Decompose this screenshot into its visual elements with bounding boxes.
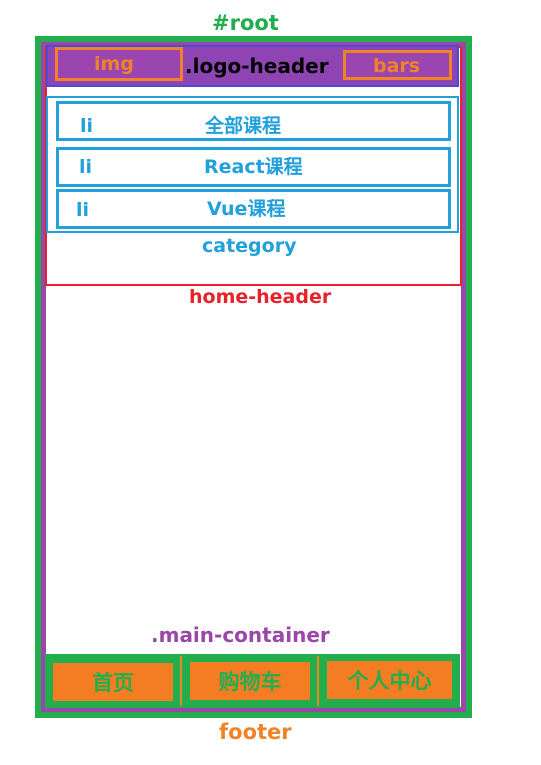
li-text-label: Vue课程 [207,198,286,220]
li-text-label: 全部课程 [205,115,282,137]
bars-label: bars [373,55,421,77]
footer-tab-home: 首页 [53,663,173,701]
li-tag-label: li [79,156,93,178]
li-tag-label: li [80,115,94,137]
home-header-label: home-header [189,286,332,308]
footer-label: footer [219,720,292,744]
category-label: category [202,235,297,257]
layout-diagram: #root img .logo-header bars li 全部课程 li R… [0,0,541,765]
li-tag-label: li [76,199,90,221]
root-label: #root [212,11,279,35]
logo-header-label: .logo-header [185,54,329,78]
footer-divider [180,656,182,706]
footer-tab-cart: 购物车 [190,662,310,700]
main-container-label: .main-container [151,623,330,647]
li-text-label: React课程 [204,156,303,178]
footer-divider [317,656,319,706]
footer-tab-profile: 个人中心 [327,661,452,699]
img-label: img [94,53,134,75]
